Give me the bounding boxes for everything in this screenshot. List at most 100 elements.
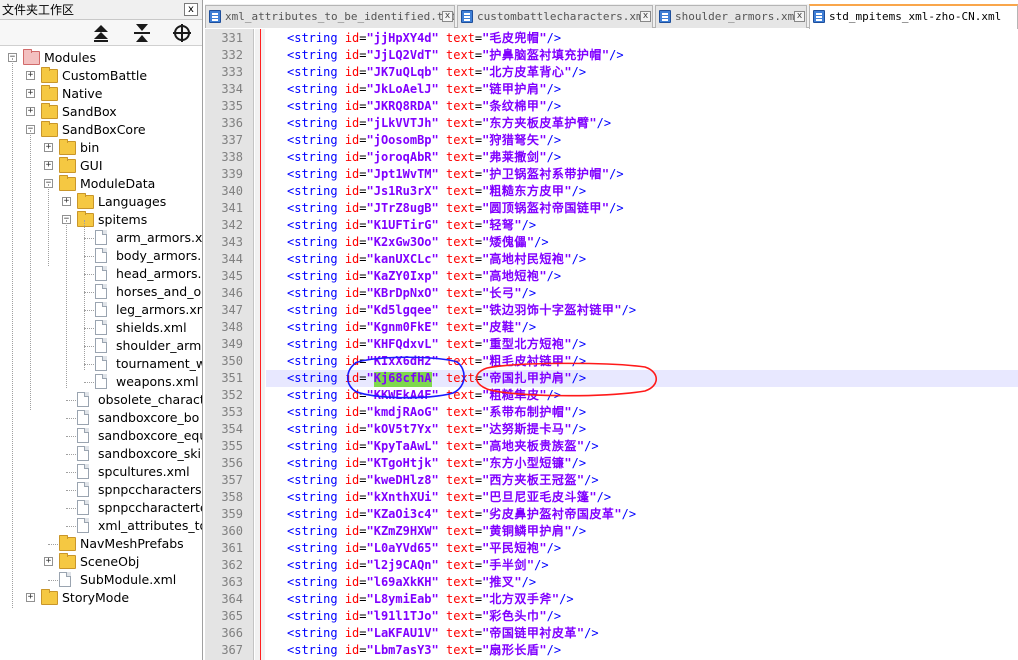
tree-item-label: weapons.xml (116, 374, 199, 389)
code-line[interactable]: <string id="jjHpXY4d" text="毛皮兜帽"/> (287, 30, 561, 47)
code-line[interactable]: <string id="kanUXCLc" text="高地村民短袍"/> (287, 251, 586, 268)
tree-folder-item[interactable]: + SandBox (0, 103, 202, 121)
code-line[interactable]: <string id="K1UFTirG" text="轻弩"/> (287, 217, 536, 234)
tree-item-label: tournament_w (116, 356, 203, 371)
panel-close-button[interactable]: x (184, 3, 198, 16)
code-line[interactable]: <string id="JTrZ8ugB" text="圆顶锅盔衬帝国链甲"/> (287, 200, 624, 217)
tree-folder-item[interactable]: + StoryMode (0, 589, 202, 607)
tab-close-icon[interactable]: x (442, 11, 453, 22)
folder-icon (59, 553, 76, 569)
expand-icon[interactable]: + (44, 557, 53, 566)
code-line[interactable]: <string id="KZaOi3c4" text="劣皮鼻护盔衬帝国皮革"/… (287, 506, 636, 523)
file-tab[interactable]: std_mpitems_xml-zho-CN.xml (809, 4, 1018, 29)
tree-file-item[interactable]: sandboxcore_bo (0, 409, 202, 427)
code-line[interactable]: <string id="kweDHlz8" text="西方夹板王冠盔"/> (287, 472, 599, 489)
code-line[interactable]: <string id="Kd5lgqee" text="铁边羽饰十字盔衬链甲"/… (287, 302, 636, 319)
code-line[interactable]: <string id="Jpt1WvTM" text="护卫锅盔衬系带护帽"/> (287, 166, 624, 183)
code-line[interactable]: <string id="kmdjRAoG" text="系带布制护帽"/> (287, 404, 586, 421)
tree-file-item[interactable]: SubModule.xml (0, 571, 202, 589)
code-line[interactable]: <string id="JkLoAelJ" text="链甲护肩"/> (287, 81, 561, 98)
xml-tag-close: /> (571, 184, 587, 198)
xml-tag: <string (287, 609, 338, 623)
code-line[interactable]: <string id="l91l1TJo" text="彩色头巾"/> (287, 608, 561, 625)
line-number: 355 (221, 439, 243, 453)
code-line[interactable]: <string id="KBrDpNxO" text="长弓"/> (287, 285, 536, 302)
code-line[interactable]: <string id="L8ymiEab" text="北方双手斧"/> (287, 591, 574, 608)
xml-tag: <string (287, 388, 338, 402)
xml-tag-close: /> (621, 507, 637, 521)
equals: = (359, 507, 367, 521)
code-line[interactable]: <string id="l2j9CAQn" text="手半剑"/> (287, 557, 549, 574)
file-tab[interactable]: custombattlecharacters.xml x (457, 5, 653, 28)
code-line[interactable]: <string id="L0aYVd65" text="平民短袍"/> (287, 540, 561, 557)
code-line[interactable]: <string id="kXnthXUi" text="巴旦尼亚毛皮斗篷"/> (287, 489, 611, 506)
code-line[interactable]: <string id="KpyTaAwL" text="高地夹板贵族盔"/> (287, 438, 599, 455)
code-line[interactable]: <string id="Kgnm0FkE" text="皮鞋"/> (287, 319, 536, 336)
code-line[interactable]: <string id="kOV5t7Yx" text="达努斯提卡马"/> (287, 421, 586, 438)
xml-tag-close: /> (546, 643, 562, 657)
tree-folder-item[interactable]: − Modules (0, 49, 202, 67)
tree-folder-item[interactable]: + CustomBattle (0, 67, 202, 85)
tree-file-item[interactable]: spnpccharacters. (0, 481, 202, 499)
file-tab[interactable]: xml_attributes_to_be_identified.txt x (205, 5, 455, 28)
code-line[interactable]: <string id="KIxX6dH2" text="粗毛皮衬链甲"/> (287, 353, 586, 370)
tree-connector (48, 544, 58, 545)
text-attribute: text (446, 575, 475, 589)
code-line[interactable]: <string id="jOosomBp" text="狩猎弩矢"/> (287, 132, 561, 149)
tree-connector (66, 436, 76, 437)
code-line[interactable]: <string id="JK7uQLqb" text="北方皮革背心"/> (287, 64, 586, 81)
xml-tag-close: /> (571, 456, 587, 470)
tree-file-item[interactable]: sandboxcore_equ (0, 427, 202, 445)
code-editor[interactable]: 331 332 333 334 335 336 337 338 339 340 341 342 343 3… (205, 29, 1018, 660)
id-value: kweDHlz8 (373, 473, 432, 487)
xml-tag: <string (287, 82, 338, 96)
code-line[interactable]: <string id="KKWEkA4F" text="粗糙隼皮"/> (287, 387, 561, 404)
tree-folder-item[interactable]: NavMeshPrefabs (0, 535, 202, 553)
code-line[interactable]: <string id="LaKFAU1V" text="帝国链甲衬皮革"/> (287, 625, 599, 642)
tree-file-item[interactable]: spnpccharacterte (0, 499, 202, 517)
code-line[interactable]: <string id="JjLQ2VdT" text="护鼻脑盔衬填充护帽"/> (287, 47, 624, 64)
id-value: JkLoAelJ (373, 82, 432, 96)
expand-icon[interactable]: + (26, 89, 35, 98)
code-line[interactable]: <string id="JKRQ8RDA" text="条纹棉甲"/> (287, 98, 561, 115)
code-line[interactable]: <string id="K2xGw3Oo" text="矮傀儡"/> (287, 234, 549, 251)
text-value: 高地短袍 (489, 269, 540, 283)
code-line[interactable]: <string id="KZmZ9HXW" text="黄铜鳞甲护肩"/> (287, 523, 586, 540)
text-attribute: text (446, 235, 475, 249)
tree-file-item[interactable]: sandboxcore_ski (0, 445, 202, 463)
tree-file-item[interactable]: xml_attributes_to (0, 517, 202, 535)
tree-item-label: Languages (98, 194, 167, 209)
code-line[interactable]: <string id="KaZY0Ixp" text="高地短袍"/> (287, 268, 561, 285)
collapse-all-icon[interactable] (131, 23, 153, 43)
code-line[interactable]: <string id="Lbm7asY3" text="扇形长盾"/> (287, 642, 561, 659)
code-line[interactable]: <string id="joroqAbR" text="弗莱撒剑"/> (287, 149, 561, 166)
code-line[interactable]: <string id="KTgoHtjk" text="东方小型短镰"/> (287, 455, 586, 472)
file-tab[interactable]: shoulder_armors.xml x (655, 5, 807, 28)
code-line[interactable]: <string id="Kj68cfhA" text="帝国扎甲护肩"/> (287, 370, 586, 387)
locate-target-icon[interactable] (171, 23, 193, 43)
expand-icon[interactable]: + (44, 161, 53, 170)
xml-tag: <string (287, 337, 338, 351)
expand-icon[interactable]: + (62, 197, 71, 206)
code-line[interactable]: <string id="l69aXkKH" text="推叉"/> (287, 574, 536, 591)
expand-icon[interactable]: + (44, 143, 53, 152)
code-line[interactable]: <string id="jLkVVTJh" text="东方夹板皮革护臂"/> (287, 115, 611, 132)
tree-folder-item[interactable]: + SceneObj (0, 553, 202, 571)
double-up-arrow-icon[interactable] (90, 23, 112, 43)
expand-icon[interactable]: + (26, 107, 35, 116)
tree-folder-item[interactable]: + Native (0, 85, 202, 103)
code-line[interactable]: <string id="KHFQdxvL" text="重型北方短袍"/> (287, 336, 586, 353)
code-line[interactable]: <string id="Js1Ru3rX" text="粗糙东方皮甲"/> (287, 183, 586, 200)
text-attribute: text (446, 405, 475, 419)
expand-icon[interactable]: + (26, 593, 35, 602)
line-number: 346 (221, 286, 243, 300)
tab-close-icon[interactable]: x (640, 11, 651, 22)
tab-close-icon[interactable]: x (794, 11, 805, 22)
tree-file-item[interactable]: spcultures.xml (0, 463, 202, 481)
expand-icon[interactable]: + (26, 71, 35, 80)
